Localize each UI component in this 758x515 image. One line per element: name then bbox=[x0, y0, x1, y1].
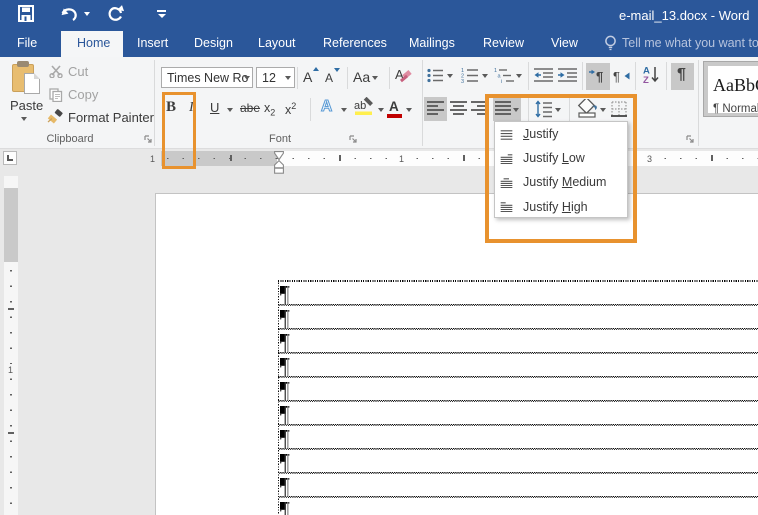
svg-text:ab: ab bbox=[354, 100, 366, 112]
svg-text:i: i bbox=[501, 79, 502, 83]
svg-text:3: 3 bbox=[461, 79, 464, 83]
svg-text:¶: ¶ bbox=[596, 69, 603, 83]
svg-text:Z: Z bbox=[643, 75, 649, 84]
svg-text:¶: ¶ bbox=[613, 69, 620, 83]
